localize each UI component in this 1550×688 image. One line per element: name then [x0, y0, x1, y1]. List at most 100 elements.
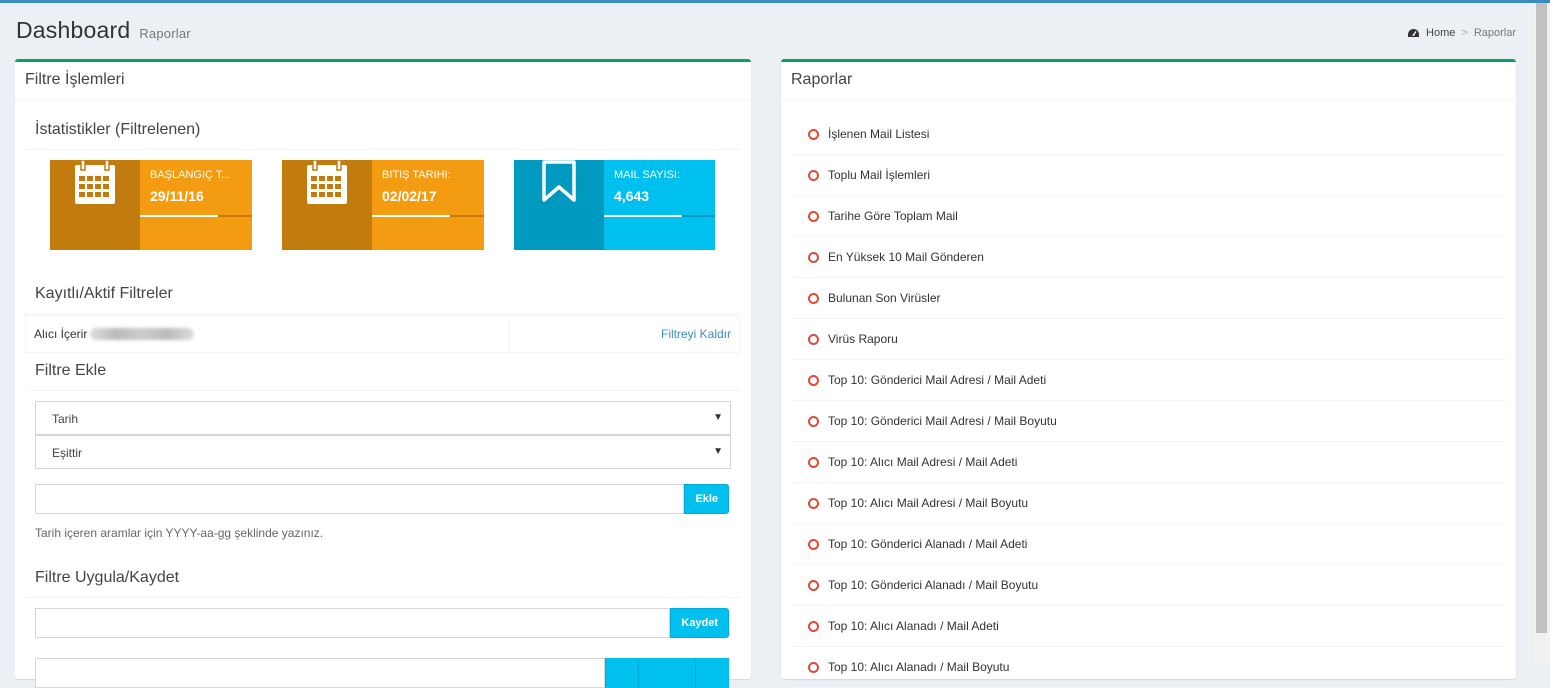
caret-down-icon: ▼	[713, 446, 723, 457]
report-link[interactable]: Top 10: Alıcı Mail Adresi / Mail Adeti	[828, 455, 1017, 469]
apply-button-group[interactable]	[605, 658, 729, 688]
divider	[25, 313, 741, 314]
report-link[interactable]: En Yüksek 10 Mail Gönderen	[828, 250, 984, 264]
circle-icon	[808, 251, 819, 263]
add-filter-group: Ekle	[35, 484, 729, 514]
save-filter-group: Kaydet	[35, 608, 729, 638]
remove-filter-link[interactable]: Filtreyi Kaldır	[510, 316, 739, 352]
report-list-item[interactable]: Top 10: Gönderici Alanadı / Mail Adeti	[791, 524, 1505, 565]
breadcrumb-current: Raporlar	[1473, 27, 1516, 39]
circle-icon	[808, 128, 819, 140]
report-list-item[interactable]: Top 10: Gönderici Mail Adresi / Mail Boy…	[791, 401, 1505, 442]
filter-panel-title: Filtre İşlemleri	[15, 62, 751, 100]
report-link[interactable]: Toplu Mail İşlemleri	[828, 168, 930, 182]
info-box-label: MAIL SAYISI:	[614, 169, 681, 181]
report-list-item[interactable]: Top 10: Alıcı Mail Adresi / Mail Adeti	[791, 442, 1505, 483]
dashboard-icon	[1408, 28, 1420, 37]
circle-icon	[808, 661, 819, 673]
active-filter-row: Alıcı İçerir Filtreyi Kaldır	[25, 315, 740, 353]
report-list-item[interactable]: Top 10: Alıcı Mail Adresi / Mail Boyutu	[791, 483, 1505, 524]
calendar-icon	[50, 160, 140, 250]
active-filter-label: Alıcı İçerir	[34, 327, 88, 341]
report-list-item[interactable]: Top 10: Alıcı Alanadı / Mail Boyutu	[791, 647, 1505, 688]
info-box-label: BITIŞ TARIHI:	[382, 169, 451, 181]
report-link[interactable]: Top 10: Alıcı Mail Adresi / Mail Boyutu	[828, 496, 1028, 510]
divider	[25, 149, 741, 150]
saved-filter-input[interactable]	[35, 658, 605, 688]
report-list-item[interactable]: Top 10: Alıcı Alanadı / Mail Adeti	[791, 606, 1505, 647]
report-list-item[interactable]: Bulunan Son Virüsler	[791, 278, 1505, 319]
report-link[interactable]: Top 10: Gönderici Alanadı / Mail Boyutu	[828, 578, 1038, 592]
end-date-info-box: BITIŞ TARIHI: 02/02/17	[282, 160, 484, 250]
progress-bar	[372, 215, 451, 217]
apply-filter-group	[35, 658, 729, 688]
breadcrumb-separator: >	[1461, 27, 1468, 39]
info-box-progress	[140, 215, 252, 217]
report-link[interactable]: İşlenen Mail Listesi	[828, 127, 929, 141]
save-button[interactable]: Kaydet	[670, 608, 729, 638]
circle-icon	[808, 579, 819, 591]
add-button[interactable]: Ekle	[684, 484, 729, 514]
report-link[interactable]: Top 10: Alıcı Alanadı / Mail Adeti	[828, 619, 999, 633]
saved-filters-title: Kayıtlı/Aktif Filtreler	[35, 285, 173, 302]
caret-down-icon: ▼	[713, 412, 723, 423]
report-link[interactable]: Virüs Raporu	[828, 332, 898, 346]
scrollbar-thumb[interactable]	[1536, 3, 1547, 633]
top-accent-bar	[0, 0, 1550, 3]
report-link[interactable]: Top 10: Alıcı Alanadı / Mail Boyutu	[828, 660, 1009, 674]
field-select-value: Tarih	[52, 412, 79, 426]
breadcrumb-home[interactable]: Home	[1426, 27, 1455, 39]
info-box-value: 29/11/16	[150, 188, 204, 204]
mail-count-info-box: MAIL SAYISI: 4,643	[514, 160, 715, 250]
scrollbar[interactable]	[1533, 3, 1550, 664]
circle-icon	[808, 497, 819, 509]
circle-icon	[808, 333, 819, 345]
report-link[interactable]: Top 10: Gönderici Mail Adresi / Mail Boy…	[828, 414, 1057, 428]
report-list-item[interactable]: Virüs Raporu	[791, 319, 1505, 360]
info-box-progress	[372, 215, 484, 217]
reports-panel-title: Raporlar	[781, 62, 1516, 100]
report-link[interactable]: Tarihe Göre Toplam Mail	[828, 209, 958, 223]
reports-panel: Raporlar İşlenen Mail Listesi Toplu Mail …	[781, 59, 1516, 688]
report-list-item[interactable]: Toplu Mail İşlemleri	[791, 155, 1505, 196]
page-subtitle: Raporlar	[139, 26, 191, 41]
calendar-icon	[282, 160, 372, 250]
circle-icon	[808, 456, 819, 468]
content-header: Dashboard Raporlar Home > Raporlar	[16, 17, 1516, 49]
info-box-value: 4,643	[614, 188, 650, 204]
filter-name-input[interactable]	[35, 608, 671, 638]
report-list-item[interactable]: İşlenen Mail Listesi	[791, 114, 1505, 155]
apply-filter-title: Filtre Uygula/Kaydet	[35, 569, 180, 586]
operator-select[interactable]: Eşittir ▼	[35, 435, 731, 469]
report-link[interactable]: Top 10: Gönderici Alanadı / Mail Adeti	[828, 537, 1027, 551]
info-box-label: BAŞLANGIÇ T...	[150, 169, 231, 181]
divider	[25, 390, 741, 391]
field-select[interactable]: Tarih ▼	[35, 401, 731, 435]
circle-icon	[808, 169, 819, 181]
report-list-item[interactable]: En Yüksek 10 Mail Gönderen	[791, 237, 1505, 278]
info-box-value: 02/02/17	[382, 188, 437, 204]
progress-bar	[604, 215, 682, 217]
report-list-item[interactable]: Top 10: Gönderici Mail Adresi / Mail Ade…	[791, 360, 1505, 401]
circle-icon	[808, 620, 819, 632]
circle-icon	[808, 374, 819, 386]
active-filter-cell: Alıcı İçerir	[26, 316, 510, 352]
filter-value-input[interactable]	[35, 484, 685, 514]
operator-select-value: Eşittir	[52, 446, 82, 460]
circle-icon	[808, 415, 819, 427]
divider	[25, 597, 741, 598]
report-list-item[interactable]: Tarihe Göre Toplam Mail	[791, 196, 1505, 237]
progress-bar	[140, 215, 219, 217]
report-link[interactable]: Top 10: Gönderici Mail Adresi / Mail Ade…	[828, 373, 1046, 387]
help-text: Tarih içeren aramlar için YYYY-aa-gg şek…	[35, 526, 324, 540]
circle-icon	[808, 292, 819, 304]
circle-icon	[808, 538, 819, 550]
report-link[interactable]: Bulunan Son Virüsler	[828, 291, 941, 305]
report-list-item[interactable]: Top 10: Gönderici Alanadı / Mail Boyutu	[791, 565, 1505, 606]
redacted-value	[90, 328, 195, 340]
breadcrumb: Home > Raporlar	[1407, 27, 1516, 39]
filter-panel: Filtre İşlemleri İstatistikler (Filtrele…	[15, 59, 751, 688]
circle-icon	[808, 210, 819, 222]
info-box-progress	[604, 215, 715, 217]
page-title: Dashboard Raporlar	[16, 17, 191, 43]
